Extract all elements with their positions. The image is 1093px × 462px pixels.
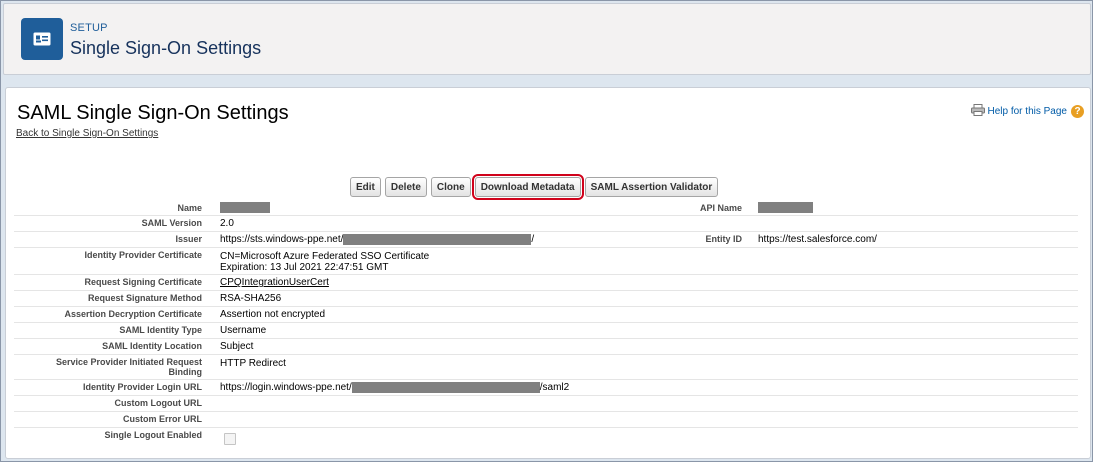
idp-login-url-value: https://login.windows-ppe.net/ /saml2: [220, 382, 569, 393]
entity-id-value: https://test.salesforce.com/: [758, 234, 877, 245]
saml-version-label: SAML Version: [141, 218, 202, 228]
idp-certificate-label: Identity Provider Certificate: [84, 250, 202, 260]
saml-assertion-validator-button[interactable]: SAML Assertion Validator: [584, 177, 719, 197]
saml-identity-location-value: Subject: [220, 341, 254, 352]
row-idp-certificate: Identity Provider Certificate CN=Microso…: [14, 248, 1078, 275]
download-metadata-button[interactable]: Download Metadata: [471, 174, 584, 200]
help-link[interactable]: Help for this Page ?: [970, 104, 1084, 119]
assertion-decryption-value: Assertion not encrypted: [220, 309, 326, 320]
row-name: Name API Name: [14, 201, 1078, 216]
delete-button[interactable]: Delete: [384, 177, 427, 197]
api-name-value: [758, 202, 813, 213]
request-signature-method-label: Request Signature Method: [87, 293, 202, 303]
saml-identity-location-label: SAML Identity Location: [102, 341, 202, 351]
page-title: SAML Single Sign-On Settings: [17, 102, 289, 124]
issuer-label: Issuer: [175, 234, 202, 244]
entity-id-label: Entity ID: [705, 234, 742, 244]
idp-login-url-prefix: https://login.windows-ppe.net/: [220, 382, 352, 394]
idp-login-url-label: Identity Provider Login URL: [82, 382, 202, 392]
row-custom-error-url: Custom Error URL: [14, 412, 1078, 428]
sp-request-binding-value: HTTP Redirect: [220, 358, 286, 369]
main-panel: SAML Single Sign-On Settings Back to Sin…: [5, 87, 1091, 459]
row-request-signature-method: Request Signature Method RSA-SHA256: [14, 291, 1078, 307]
saml-identity-type-label: SAML Identity Type: [119, 325, 202, 335]
issuer-prefix: https://sts.windows-ppe.net/: [220, 234, 344, 246]
row-custom-logout-url: Custom Logout URL: [14, 396, 1078, 412]
issuer-suffix: /: [531, 234, 535, 246]
clone-button[interactable]: Clone: [430, 177, 471, 197]
row-saml-identity-location: SAML Identity Location Subject: [14, 339, 1078, 355]
single-logout-checkbox: [224, 433, 236, 445]
row-assertion-decryption: Assertion Decryption Certificate Asserti…: [14, 307, 1078, 323]
printer-icon[interactable]: [970, 104, 985, 119]
redacted-block: [343, 234, 532, 245]
idp-certificate-line1: CN=Microsoft Azure Federated SSO Certifi…: [220, 251, 430, 262]
saml-identity-type-value: Username: [220, 325, 267, 336]
saml-version-value: 2.0: [220, 218, 234, 229]
row-saml-version: SAML Version 2.0: [14, 216, 1078, 232]
redacted-block: [351, 382, 540, 393]
help-icon[interactable]: ?: [1071, 105, 1084, 118]
request-signing-certificate-value: CPQIntegrationUserCert: [220, 277, 329, 288]
row-request-signing-certificate: Request Signing Certificate CPQIntegrati…: [14, 275, 1078, 291]
page-header-title: Single Sign-On Settings: [70, 38, 262, 58]
single-logout-enabled-value: [224, 433, 236, 448]
custom-logout-url-label: Custom Logout URL: [114, 398, 202, 408]
name-label: Name: [177, 203, 202, 213]
request-signature-method-value: RSA-SHA256: [220, 293, 282, 304]
redacted-block: [758, 202, 813, 213]
name-value: [220, 202, 270, 213]
setup-header: SETUP Single Sign-On Settings: [3, 3, 1091, 75]
assertion-decryption-label: Assertion Decryption Certificate: [64, 309, 202, 319]
single-logout-enabled-label: Single Logout Enabled: [104, 430, 203, 440]
redacted-block: [220, 202, 270, 213]
row-idp-login-url: Identity Provider Login URL https://logi…: [14, 380, 1078, 396]
sp-request-binding-label-line2: Binding: [168, 367, 203, 377]
idp-login-url-suffix: /saml2: [539, 382, 570, 394]
request-signing-certificate-label: Request Signing Certificate: [84, 277, 202, 287]
edit-button[interactable]: Edit: [350, 177, 381, 197]
idp-certificate-line2: Expiration: 13 Jul 2021 22:47:51 GMT: [220, 262, 389, 273]
row-sp-request-binding: Service Provider Initiated Request Bindi…: [14, 355, 1078, 380]
row-single-logout-enabled: Single Logout Enabled: [14, 428, 1078, 446]
request-signing-certificate-link[interactable]: CPQIntegrationUserCert: [220, 277, 329, 288]
custom-error-url-label: Custom Error URL: [122, 414, 202, 424]
row-saml-identity-type: SAML Identity Type Username: [14, 323, 1078, 339]
api-name-label: API Name: [699, 203, 742, 213]
window-frame: SETUP Single Sign-On Settings SAML Singl…: [0, 0, 1093, 462]
id-card-icon: [21, 18, 63, 60]
help-link-label[interactable]: Help for this Page: [988, 106, 1068, 117]
back-link[interactable]: Back to Single Sign-On Settings: [16, 128, 158, 139]
issuer-value: https://sts.windows-ppe.net/ /: [220, 234, 534, 245]
setup-label: SETUP: [70, 22, 108, 34]
row-issuer: Issuer https://sts.windows-ppe.net/ / Ent…: [14, 232, 1078, 248]
button-bar: Edit Delete Clone Download Metadata SAML…: [350, 174, 719, 200]
